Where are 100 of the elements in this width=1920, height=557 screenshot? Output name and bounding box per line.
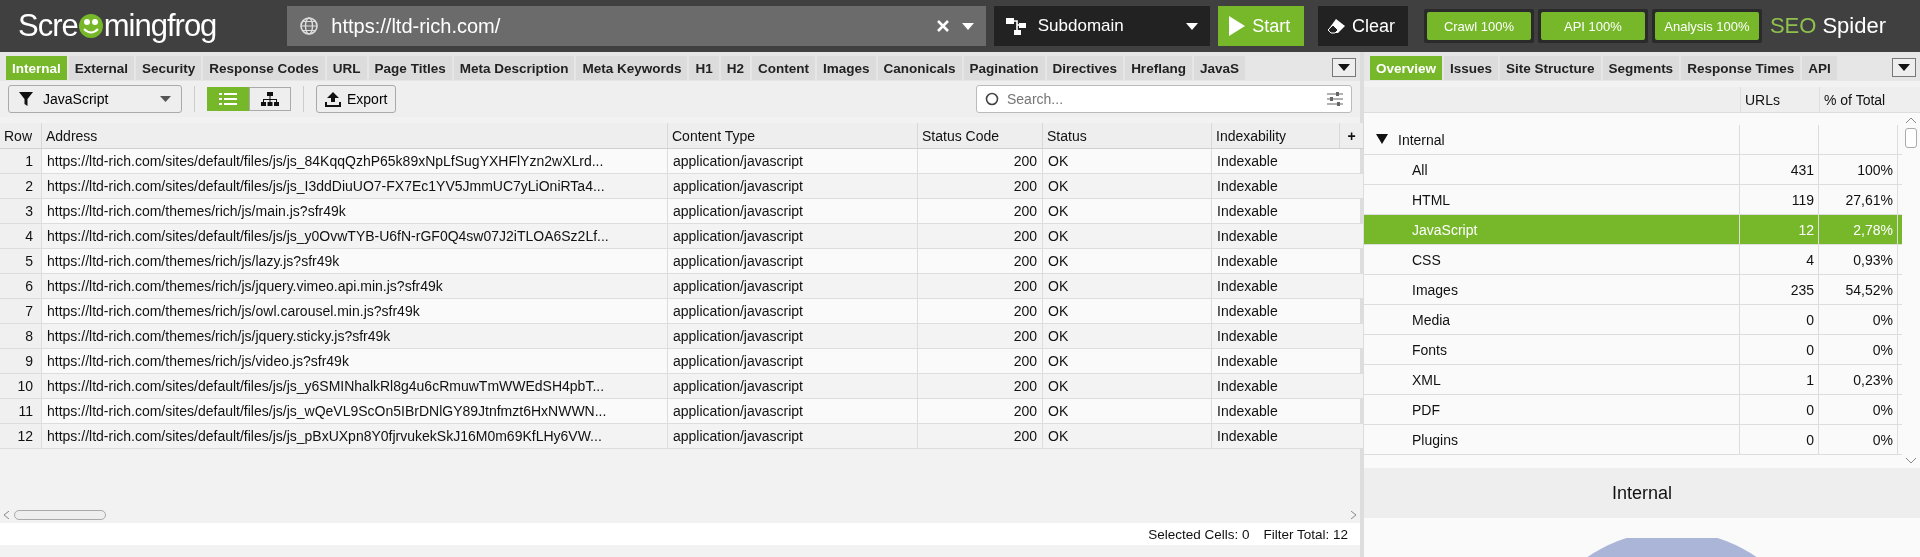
table-cell: https://ltd-rich.com/sites/default/files/js/js_y6SMINhalkRl8g4u6cRmuwTmWWEdSH4pbT... xyxy=(42,374,668,399)
row-number: 2 xyxy=(0,174,42,199)
url-field[interactable]: https://ltd-rich.com/ xyxy=(287,6,986,46)
chevron-left-icon xyxy=(4,511,10,519)
tree-row[interactable]: XML 1 0,23% xyxy=(1364,365,1902,395)
row-number: 8 xyxy=(0,324,42,349)
table-cell: https://ltd-rich.com/themes/rich/js/jquery.sticky.js?sfr49k xyxy=(42,324,668,349)
search-field[interactable]: Search... xyxy=(976,85,1352,113)
tab[interactable]: H1 xyxy=(689,56,719,80)
hierarchy-icon xyxy=(1005,17,1026,35)
table-cell: Indexable xyxy=(1212,424,1364,449)
column-header[interactable]: Content Type xyxy=(668,123,918,149)
tree-row[interactable]: PDF 0 0% xyxy=(1364,395,1902,425)
add-column-button[interactable]: + xyxy=(1340,123,1364,149)
tab[interactable]: Page Titles xyxy=(368,56,452,80)
scroll-thumb[interactable] xyxy=(1905,128,1917,148)
table-cell: OK xyxy=(1043,274,1212,299)
table-cell: 200 xyxy=(918,274,1043,299)
globe-icon xyxy=(299,16,320,36)
table-cell: OK xyxy=(1043,424,1212,449)
tab[interactable]: Segments xyxy=(1602,56,1680,80)
tab[interactable]: Meta Keywords xyxy=(576,56,688,80)
tab[interactable]: Response Codes xyxy=(203,56,325,80)
scroll-thumb[interactable] xyxy=(14,510,106,520)
tree-row[interactable]: CSS 4 0,93% xyxy=(1364,245,1902,275)
row-number: 5 xyxy=(0,249,42,274)
column-header[interactable]: Status Code xyxy=(918,123,1043,149)
tab[interactable]: Response Times xyxy=(1681,56,1801,80)
column-header[interactable]: Status xyxy=(1043,123,1212,149)
row-number: 10 xyxy=(0,374,42,399)
row-number: 3 xyxy=(0,199,42,224)
tab[interactable]: Directives xyxy=(1046,56,1124,80)
view-toggle-button[interactable] xyxy=(207,87,249,111)
tree-label[interactable]: Internal xyxy=(1398,131,1445,148)
tab[interactable]: URL xyxy=(326,56,367,80)
tab[interactable]: JavaS xyxy=(1193,56,1245,80)
status-text: Filter Total: 12 xyxy=(1263,526,1348,542)
caret-icon xyxy=(1898,64,1910,71)
column-header[interactable]: Indexability xyxy=(1212,123,1340,149)
table-cell: Indexable xyxy=(1212,174,1364,199)
tab[interactable]: Issues xyxy=(1444,56,1499,80)
table-cell: Indexable xyxy=(1212,374,1364,399)
table-cell: application/javascript xyxy=(668,374,918,399)
filter-dropdown[interactable]: JavaScript xyxy=(8,85,182,113)
table-cell: https://ltd-rich.com/sites/default/files/js/js_pBxUXpn8Y0fjrvukekSkJ16M0m69KfLHy6VW... xyxy=(42,424,668,449)
table-cell: Indexable xyxy=(1212,224,1364,249)
brand-text: Spider xyxy=(1822,13,1886,39)
tab[interactable]: API xyxy=(1802,56,1837,80)
table-cell: Indexable xyxy=(1212,274,1364,299)
row-number: 6 xyxy=(0,274,42,299)
tab[interactable]: Meta Description xyxy=(453,56,575,80)
table-cell: application/javascript xyxy=(668,224,918,249)
column-header[interactable]: Address xyxy=(42,123,668,149)
tree-row[interactable]: Plugins 0 0% xyxy=(1364,425,1902,455)
table-cell: 200 xyxy=(918,174,1043,199)
mode-dropdown[interactable]: Subdomain xyxy=(993,6,1211,46)
tab[interactable]: Content xyxy=(752,56,815,80)
table-cell: application/javascript xyxy=(668,174,918,199)
tree-row[interactable]: Fonts 0 0% xyxy=(1364,335,1902,365)
caret-icon xyxy=(160,96,171,102)
tab[interactable]: Pagination xyxy=(963,56,1045,80)
tab[interactable]: Hreflang xyxy=(1125,56,1192,80)
sitemap-icon xyxy=(261,92,279,106)
table-cell: 200 xyxy=(918,324,1043,349)
column-header[interactable]: Row xyxy=(0,123,42,149)
row-number: 12 xyxy=(0,424,42,449)
tab[interactable]: Images xyxy=(817,56,876,80)
view-toggle-button[interactable] xyxy=(249,87,291,111)
more-tabs-button[interactable] xyxy=(1332,58,1356,77)
table-cell: OK xyxy=(1043,374,1212,399)
table-cell: https://ltd-rich.com/sites/default/files/js/js_y0OvwTYB-U6fN-rGF0Q4sw07J2iTLOA6Sz2Lf... xyxy=(42,224,668,249)
row-number: 1 xyxy=(0,149,42,174)
close-icon xyxy=(935,19,950,33)
tab[interactable]: H2 xyxy=(720,56,750,80)
more-tabs-button[interactable] xyxy=(1892,58,1916,77)
tab[interactable]: External xyxy=(68,56,135,80)
caret-icon xyxy=(961,22,974,30)
search-input[interactable]: Search... xyxy=(1005,90,1321,108)
tab[interactable]: Canonicals xyxy=(877,56,962,80)
table-cell: OK xyxy=(1043,174,1212,199)
tree-row[interactable]: Images 235 54,52% xyxy=(1364,275,1902,305)
brand-text: SEO xyxy=(1769,13,1817,39)
list-icon xyxy=(219,93,237,105)
chevron-down-icon xyxy=(1906,457,1916,464)
table-cell: https://ltd-rich.com/sites/default/files/js/js_I3ddDiuUO7-FX7Ec1YV5JmmUC7yLiOniRTa4... xyxy=(42,174,668,199)
tree-row[interactable]: Media 0 0% xyxy=(1364,305,1902,335)
clear-button[interactable]: Clear xyxy=(1318,6,1408,46)
play-icon xyxy=(1228,15,1247,37)
chart-title: Internal xyxy=(1364,468,1920,518)
tab[interactable]: Site Structure xyxy=(1500,56,1601,80)
export-button[interactable]: Export xyxy=(316,85,397,113)
table-cell: OK xyxy=(1043,224,1212,249)
table-cell: https://ltd-rich.com/themes/rich/js/jquery.vimeo.api.min.js?sfr49k xyxy=(42,274,668,299)
table-cell: 200 xyxy=(918,374,1043,399)
tab[interactable]: Security xyxy=(136,56,202,80)
logo-text: mingfrog xyxy=(103,8,217,44)
tree-row[interactable]: All 431 100% xyxy=(1364,155,1902,185)
row-number: 11 xyxy=(0,399,42,424)
table-cell: application/javascript xyxy=(668,324,918,349)
caret-icon xyxy=(1186,22,1199,30)
